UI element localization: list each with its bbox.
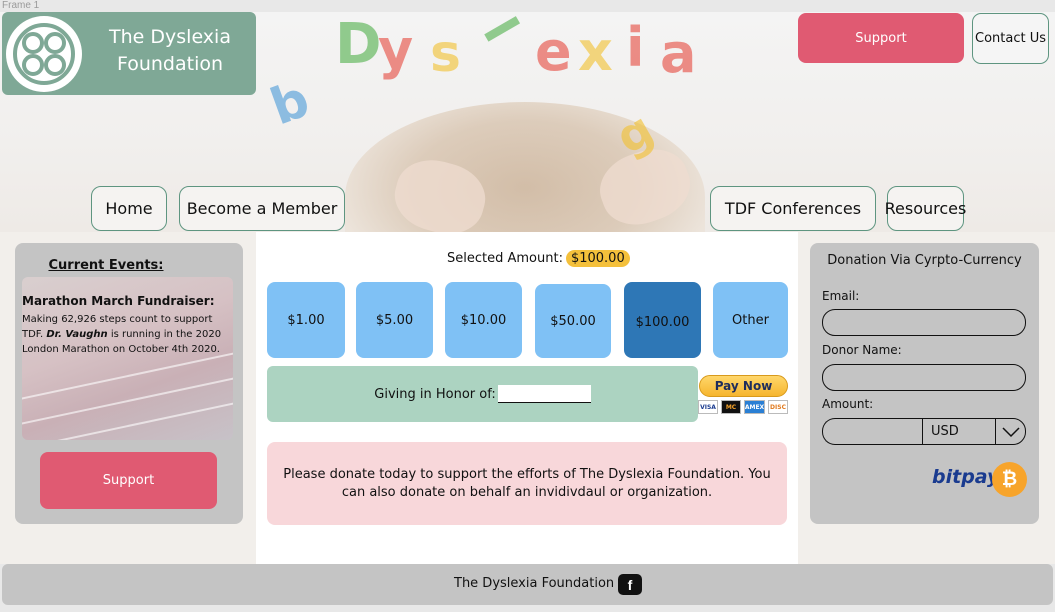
visa-icon: VISA bbox=[698, 400, 718, 414]
pay-now-button[interactable]: Pay Now bbox=[699, 375, 788, 397]
nav-tdf-conferences[interactable]: TDF Conferences bbox=[710, 186, 876, 231]
honor-label: Giving in Honor of: bbox=[374, 386, 496, 402]
email-field[interactable] bbox=[822, 309, 1026, 336]
email-label: Email: bbox=[822, 289, 860, 303]
amount-button-other[interactable]: Other bbox=[713, 282, 788, 358]
currency-select[interactable]: USD bbox=[922, 418, 1026, 445]
hero-letter: e bbox=[535, 20, 572, 83]
hero-letter: a bbox=[660, 22, 697, 85]
bitcoin-icon: ₿ bbox=[992, 462, 1027, 497]
logo-block[interactable]: The Dyslexia Foundation bbox=[2, 12, 256, 95]
nav-resources[interactable]: Resources bbox=[885, 186, 966, 231]
amount-button-10[interactable]: $10.00 bbox=[445, 282, 522, 358]
track-line bbox=[22, 369, 233, 426]
honor-box: Giving in Honor of: bbox=[267, 366, 698, 422]
event-support-button[interactable]: Support bbox=[40, 452, 217, 509]
track-line bbox=[22, 394, 233, 440]
event-description: Making 62,926 steps count to support TDF… bbox=[22, 312, 233, 357]
nav-home[interactable]: Home bbox=[91, 186, 167, 231]
contact-us-button[interactable]: Contact Us bbox=[972, 13, 1049, 64]
hero-letter: l bbox=[471, 12, 529, 52]
hero-letter: y bbox=[378, 18, 414, 81]
frame-label: Frame 1 bbox=[2, 0, 40, 11]
mastercard-icon: MC bbox=[721, 400, 741, 414]
honor-input[interactable] bbox=[497, 385, 591, 403]
payment-cards: VISA MC AMEX DISC bbox=[698, 400, 788, 414]
currency-value: USD bbox=[931, 424, 959, 439]
logo-icon bbox=[6, 16, 82, 92]
donate-message: Please donate today to support the effor… bbox=[267, 442, 787, 525]
selected-amount-row: Selected Amount: $100.00 bbox=[447, 248, 630, 268]
header-support-button[interactable]: Support bbox=[798, 13, 964, 63]
crypto-title: Donation Via Cyrpto-Currency bbox=[827, 253, 1022, 268]
selected-amount-badge: $100.00 bbox=[565, 249, 630, 267]
amount-button-1[interactable]: $1.00 bbox=[267, 282, 345, 358]
amount-button-5[interactable]: $5.00 bbox=[356, 282, 433, 358]
hero-letter: i bbox=[626, 16, 645, 79]
facebook-icon[interactable]: f bbox=[618, 574, 642, 595]
logo-title: The Dyslexia Foundation bbox=[109, 26, 231, 75]
amount-button-50[interactable]: $50.00 bbox=[535, 284, 611, 358]
hero-letter: s bbox=[430, 24, 461, 84]
event-name: Marathon March Fundraiser: bbox=[22, 294, 215, 308]
hero-letter: D bbox=[335, 12, 382, 77]
hero-letter: b bbox=[263, 69, 317, 137]
nav-become-member[interactable]: Become a Member bbox=[179, 186, 345, 231]
donor-name-label: Donor Name: bbox=[822, 343, 902, 357]
selected-amount-label: Selected Amount: bbox=[447, 250, 563, 266]
amex-icon: AMEX bbox=[744, 400, 765, 414]
amount-button-100[interactable]: $100.00 bbox=[624, 282, 701, 358]
events-title: Current Events: bbox=[48, 258, 164, 273]
chevron-down-icon bbox=[995, 419, 1025, 444]
hero-letter: x bbox=[578, 20, 613, 83]
footer-text: The Dyslexia Foundation bbox=[454, 576, 615, 591]
amount-field[interactable] bbox=[822, 418, 923, 445]
discover-icon: DISC bbox=[768, 400, 788, 414]
amount-label: Amount: bbox=[822, 397, 874, 411]
donor-name-field[interactable] bbox=[822, 364, 1026, 391]
event-desc-person: Dr. Vaughn bbox=[46, 329, 108, 340]
bitpay-logo[interactable]: bitpay bbox=[932, 466, 999, 488]
